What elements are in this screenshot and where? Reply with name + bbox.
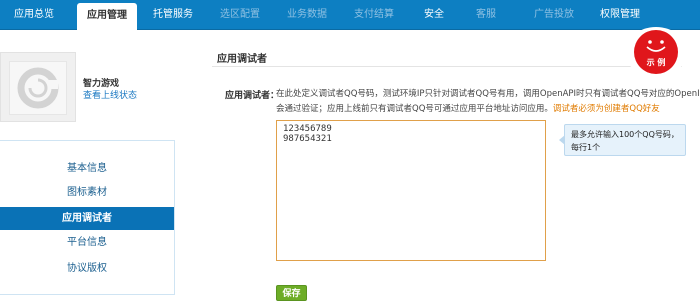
app-icon	[0, 52, 76, 122]
field-description: 在此处定义调试者QQ号码，测试环境IP只针对调试者QQ号有用，调用OpenAPI…	[276, 87, 700, 117]
tip-arrow	[559, 135, 565, 145]
divider	[212, 66, 682, 67]
tab-app-management[interactable]: 应用管理	[77, 3, 137, 31]
tab-region-config[interactable]: 选区配置	[210, 0, 270, 30]
sidebar-item-debuggers[interactable]: 应用调试者	[0, 207, 174, 230]
badge-label: 示 例	[646, 58, 666, 67]
tab-app-overview[interactable]: 应用总览	[4, 0, 64, 30]
tab-business-data[interactable]: 业务数据	[277, 0, 337, 30]
tab-ad-placement[interactable]: 广告投放	[524, 0, 584, 30]
page-title: 应用调试者	[217, 54, 267, 65]
field-label: 应用调试者：	[225, 91, 280, 101]
sidebar-item-copyright[interactable]: 协议版权	[0, 257, 174, 280]
qq-numbers-input[interactable]: 123456789 987654321	[276, 120, 546, 261]
description-line-1: 在此处定义调试者QQ号码，测试环境IP只针对调试者QQ号有用，调用OpenAPI…	[276, 89, 700, 99]
tab-customer-service[interactable]: 客服	[466, 0, 506, 30]
example-badge: 示 例	[625, 27, 687, 77]
tab-security[interactable]: 安全	[414, 0, 454, 30]
sidebar: 基本信息 图标素材 应用调试者 平台信息 协议版权	[0, 140, 175, 295]
app-logo-icon	[17, 67, 59, 109]
input-tip: 最多允许输入100个QQ号码，每行1个	[559, 124, 686, 156]
top-nav: 应用总览 应用管理 托管服务 选区配置 业务数据 支付结算 安全 客服 广告投放…	[0, 0, 700, 31]
sidebar-item-icon-assets[interactable]: 图标素材	[0, 181, 174, 204]
sidebar-item-platform-info[interactable]: 平台信息	[0, 231, 174, 254]
tip-text: 最多允许输入100个QQ号码，每行1个	[571, 130, 679, 152]
tab-permissions[interactable]: 权限管理	[590, 0, 650, 30]
view-online-status-link[interactable]: 查看上线状态	[83, 88, 137, 101]
description-highlight: 调试者必须为创建者QQ好友	[552, 104, 660, 114]
save-button[interactable]: 保存	[276, 285, 307, 301]
sidebar-item-basic-info[interactable]: 基本信息	[0, 157, 174, 180]
description-line-2: 会通过验证；应用上线前只有调试者QQ号可通过应用平台地址访问应用。	[276, 104, 553, 114]
tab-hosting-service[interactable]: 托管服务	[143, 0, 203, 30]
tab-payment[interactable]: 支付结算	[344, 0, 404, 30]
